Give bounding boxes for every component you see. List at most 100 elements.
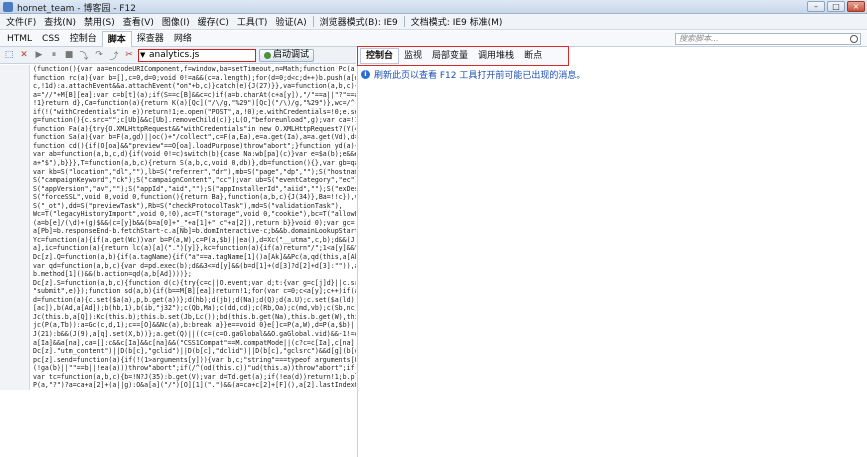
code-line[interactable]: if(!("withCredentials"in e))return!1;e.o… [0, 107, 356, 117]
breakpoint-gutter[interactable] [0, 150, 30, 160]
console-pane[interactable] [357, 66, 867, 457]
browser-mode-menu[interactable]: 浏览器模式(B): IE9 [316, 15, 402, 28]
step-over-icon[interactable]: ↷ [93, 49, 105, 61]
code-line[interactable]: Yc=function(a){if(a.get(Wc))var b=P(a,W)… [0, 235, 356, 245]
code-line[interactable]: pc[z].send=function(a){if(!(1>arguments[… [0, 355, 356, 365]
minimize-button[interactable]: – [807, 1, 825, 12]
step-out-icon[interactable]: ⤴ [108, 49, 120, 62]
code-line[interactable]: jc(P(a,Tb)):a=Gc(c,d,1);c==[O]&&Nc(a),b:… [0, 321, 356, 330]
menu-cache[interactable]: 缓存(C) [194, 15, 233, 28]
code-line[interactable]: J(21):b&&(J(9),a[q].set(X,b))};a.get(Q)|… [0, 329, 356, 339]
menu-view[interactable]: 查看(V) [119, 15, 158, 28]
breakpoint-gutter[interactable] [0, 99, 30, 108]
window-titlebar[interactable]: hornet_team - 博客园 - F12 – □ × [0, 0, 867, 14]
breakpoint-gutter[interactable] [0, 210, 30, 219]
break-on-error-icon[interactable]: ✂ [123, 49, 135, 61]
breakpoint-gutter[interactable] [0, 227, 30, 236]
breakpoint-gutter[interactable] [0, 338, 30, 348]
breakpoint-gutter[interactable] [0, 218, 30, 228]
code-line[interactable]: Dc[z].Q=function(a,b){if(a.tagName){if("… [0, 253, 356, 262]
breakpoint-gutter[interactable] [0, 133, 30, 142]
breakpoint-gutter[interactable] [0, 295, 30, 305]
code-line[interactable]: a+"$"),b}}},T=function(a,b,c){return S(a… [0, 159, 356, 168]
tab-css[interactable]: CSS [37, 31, 65, 47]
code-line[interactable]: Dc[z]."utm_content")||D(b[c],"gclid")||D… [0, 347, 356, 356]
code-line[interactable]: c,!1d):a.attachEvent&&a.attachEvent("on"… [0, 82, 356, 91]
step-into-icon[interactable]: ⤵ [78, 49, 90, 62]
breakpoint-gutter[interactable] [0, 184, 30, 194]
code-line[interactable]: S("campaignKeyword","ck");S("campaignCon… [0, 176, 356, 185]
breakpoint-gutter[interactable] [0, 372, 30, 382]
tab-locals[interactable]: 局部变量 [427, 49, 473, 63]
breakpoint-gutter[interactable] [0, 270, 30, 279]
code-line[interactable]: [ac]),b(Ad,a[Ad]);b(hb,1),b(ib,"j32");c(… [0, 304, 356, 313]
code-line[interactable]: function rc(a){var b=[],c=0,d=0;void 0!=… [0, 73, 356, 83]
code-line[interactable]: (!ga(b)||""==b||!ea(a)))throw"abort";if(… [0, 364, 356, 373]
close-button[interactable]: × [847, 1, 865, 12]
tab-console[interactable]: 控制台 [65, 31, 102, 47]
breakpoint-gutter[interactable] [0, 73, 30, 83]
code-line[interactable]: S("forceSSL",void 0,void 0,function(){re… [0, 193, 356, 202]
breakpoint-gutter[interactable] [0, 312, 30, 322]
code-line[interactable]: !1}return d},Ca=function(a){return K(a)[… [0, 99, 356, 108]
code-line[interactable]: Dc[z].S=function(a,b,c){function d(c){tr… [0, 278, 356, 288]
breakpoint-gutter[interactable] [0, 124, 30, 134]
code-line[interactable]: g=function(){c.src="";c[Ub]&&c[Ub].remov… [0, 116, 356, 125]
code-line[interactable]: function cd(){if(O[oa]&&"preview"==O[oa]… [0, 141, 356, 151]
breakpoint-gutter[interactable] [0, 321, 30, 330]
breakpoint-gutter[interactable] [0, 159, 30, 168]
code-line[interactable]: a],ic=function(a){return lc(a)[a](".")[y… [0, 244, 356, 254]
continue-icon[interactable]: ▶ [33, 49, 45, 61]
breakpoint-gutter[interactable] [0, 244, 30, 254]
tab-script[interactable]: 脚本 [101, 30, 132, 47]
breakpoint-gutter[interactable] [0, 347, 30, 356]
menu-file[interactable]: 文件(F) [2, 15, 40, 28]
code-line[interactable]: a="//"+M[B][ea]:var c=b[t](a);if(S==c[B]… [0, 90, 356, 100]
search-input[interactable]: 搜索脚本... [675, 33, 861, 45]
breakpoint-gutter[interactable] [0, 364, 30, 373]
start-debugging-button[interactable]: 启动调试 [259, 48, 315, 62]
code-line[interactable]: P(a,"?")?a=ca+a[2]+(a||g):O&a[a]("/")[O]… [0, 381, 356, 390]
breakpoint-gutter[interactable] [0, 141, 30, 151]
select-element-icon[interactable]: ⬚ [3, 49, 15, 61]
code-line[interactable]: (a=b[e]/(\d)+(g)$&&(c=[y]b&&(b=a[0]+"_"+… [0, 218, 356, 228]
breakpoint-gutter[interactable] [0, 304, 30, 313]
code-line[interactable]: Jc(this.b,a[Q]):Kc(this.b);this.b.set(Jb… [0, 312, 356, 322]
breakpoint-gutter[interactable] [0, 329, 30, 339]
code-line[interactable]: d=function(a){c.set($a(a),p,b.get(a))};d… [0, 295, 356, 305]
breakpoint-gutter[interactable] [0, 176, 30, 185]
breakpoint-gutter[interactable] [0, 355, 30, 365]
code-line[interactable]: a[Ia]&&a[na],ca=[]:c&&c[Ia]&&c[na]&&("CS… [0, 338, 356, 348]
code-line[interactable]: a[Pb]=b.responseEnd-b.fetchStart-c.a[Nb]… [0, 227, 356, 236]
code-line[interactable]: (function(){var aa=encodeURIComponent,f=… [0, 65, 356, 74]
breakpoint-gutter[interactable] [0, 193, 30, 202]
tab-call-stack[interactable]: 调用堆栈 [473, 49, 519, 63]
code-line[interactable]: S("_ot"),dd=S("previewTask"),Rb=S("check… [0, 201, 356, 211]
menu-validate[interactable]: 验证(A) [271, 15, 310, 28]
code-line[interactable]: var qd=function(a,b,c){var d=pd.exec(b);… [0, 261, 356, 271]
menu-images[interactable]: 图像(I) [158, 15, 194, 28]
search-icon[interactable] [850, 35, 858, 43]
breakpoint-gutter[interactable] [0, 90, 30, 100]
code-line[interactable]: S("appVersion","av","");S("appId","aid",… [0, 184, 356, 194]
breakpoint-gutter[interactable] [0, 253, 30, 262]
breakpoint-gutter[interactable] [0, 235, 30, 245]
script-file-select[interactable]: ▼ analytics.js [138, 48, 256, 62]
breakpoint-gutter[interactable] [0, 82, 30, 91]
code-line[interactable]: function Sa(a){var b=F(a,gd)||oc()+"/col… [0, 133, 356, 142]
breakpoint-gutter[interactable] [0, 167, 30, 177]
breakpoint-gutter[interactable] [0, 201, 30, 211]
clear-icon[interactable]: ✕ [18, 49, 30, 61]
breakpoint-gutter[interactable] [0, 116, 30, 125]
tab-html[interactable]: HTML [2, 31, 37, 47]
document-mode-menu[interactable]: 文档模式: IE9 标准(M) [407, 15, 507, 28]
code-line[interactable]: b.method[1]()&&(b.action=qd(a,b[Ad])))}; [0, 270, 356, 279]
tab-watch[interactable]: 监视 [399, 49, 427, 63]
breakpoint-gutter[interactable] [0, 261, 30, 271]
tab-profiler[interactable]: 探查器 [132, 31, 169, 47]
maximize-button[interactable]: □ [827, 1, 845, 12]
breakpoint-gutter[interactable] [0, 107, 30, 117]
breakpoint-gutter[interactable] [0, 278, 30, 288]
tab-breakpoints[interactable]: 断点 [519, 49, 547, 63]
code-line[interactable]: "submit",e)});function sd(a,b){if(b==M[B… [0, 287, 356, 296]
